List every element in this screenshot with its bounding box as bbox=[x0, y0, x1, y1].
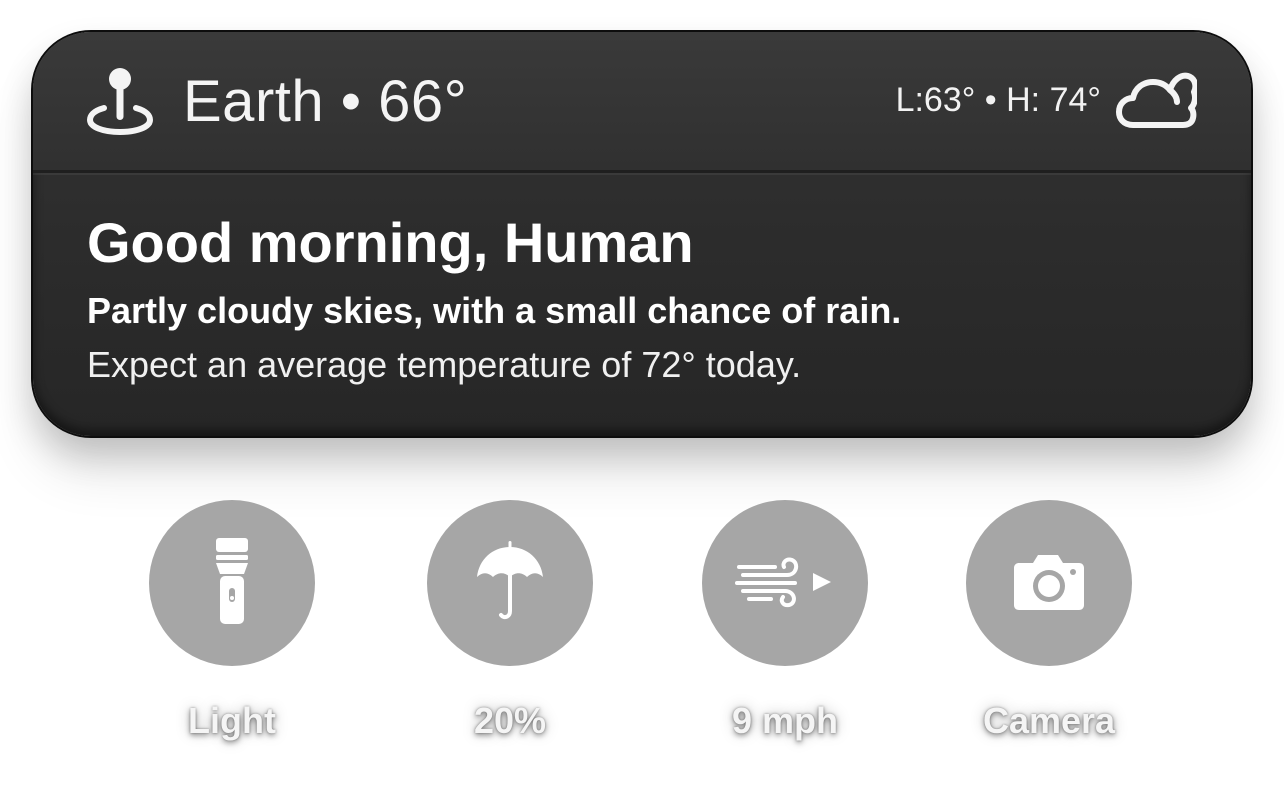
rain-chance-label: 20% bbox=[473, 700, 547, 741]
low-high-group: L:63° • H: 74° bbox=[896, 68, 1197, 132]
flashlight-icon bbox=[212, 536, 252, 631]
wind-icon bbox=[735, 551, 835, 616]
map-pin-icon bbox=[87, 66, 153, 136]
rain-chance-action: 20% bbox=[427, 500, 593, 742]
cloud-icon bbox=[1115, 70, 1197, 130]
location-group: Earth • 66° bbox=[87, 64, 467, 138]
wind-button[interactable] bbox=[702, 500, 868, 666]
flashlight-button[interactable] bbox=[149, 500, 315, 666]
umbrella-icon bbox=[475, 540, 545, 626]
camera-icon bbox=[1013, 551, 1085, 616]
weather-summary: Partly cloudy skies, with a small chance… bbox=[87, 290, 902, 331]
weather-card[interactable]: Earth • 66° L:63° • H: 74° Good morning,… bbox=[33, 32, 1251, 436]
wind-speed-label: 9 mph bbox=[731, 700, 838, 741]
widget-stage: Earth • 66° L:63° • H: 74° Good morning,… bbox=[0, 0, 1284, 786]
camera-action: Camera bbox=[966, 500, 1132, 742]
greeting-heading: Good morning, Human bbox=[87, 211, 694, 274]
umbrella-button[interactable] bbox=[427, 500, 593, 666]
camera-label: Camera bbox=[982, 700, 1116, 741]
weather-card-header: Earth • 66° L:63° • H: 74° bbox=[33, 32, 1251, 175]
low-high-temperature: L:63° • H: 74° bbox=[895, 80, 1101, 119]
temperature-forecast: Expect an average temperature of 72° tod… bbox=[87, 344, 802, 385]
light-label: Light bbox=[188, 700, 276, 741]
camera-button[interactable] bbox=[966, 500, 1132, 666]
wind-action: 9 mph bbox=[702, 500, 868, 742]
light-action: Light bbox=[149, 500, 315, 742]
location-temperature: Earth • 66° bbox=[183, 68, 468, 134]
